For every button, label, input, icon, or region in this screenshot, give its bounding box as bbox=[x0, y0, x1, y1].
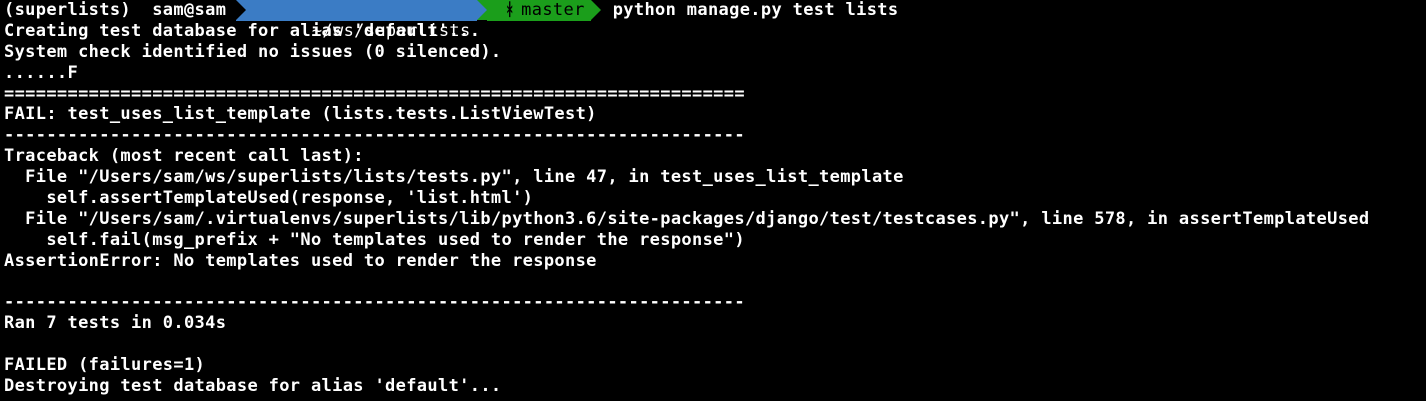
terminal-window[interactable]: (superlists) sam@sam ~/ws/superlists ᚼ ma… bbox=[0, 0, 1426, 401]
output-line: Destroying test database for alias 'defa… bbox=[4, 376, 502, 397]
shell-prompt: (superlists) sam@sam ~/ws/superlists ᚼ ma… bbox=[4, 0, 1426, 41]
output-line: File "/Users/sam/ws/superlists/lists/tes… bbox=[4, 167, 904, 188]
path-arrow-icon bbox=[476, 0, 487, 21]
output-line: FAILED (failures=1) bbox=[4, 355, 206, 376]
output-line: System check identified no issues (0 sil… bbox=[4, 41, 502, 62]
output-separator: ----------------------------------------… bbox=[4, 292, 745, 313]
git-branch-name: master bbox=[521, 0, 585, 20]
user-host-label: sam@sam bbox=[152, 0, 227, 20]
segment-arrow-icon bbox=[236, 0, 247, 20]
output-line: Creating test database for alias 'defaul… bbox=[4, 20, 481, 41]
output-blank-line bbox=[4, 272, 1426, 293]
git-branch-icon: ᚼ bbox=[504, 0, 516, 20]
path-segment: ~/ws/superlists bbox=[236, 0, 477, 41]
output-blank-line bbox=[4, 334, 1426, 355]
output-line: self.assertTemplateUsed(response, 'list.… bbox=[4, 188, 534, 209]
output-separator: ----------------------------------------… bbox=[4, 125, 745, 146]
output-line: AssertionError: No templates used to ren… bbox=[4, 250, 597, 271]
git-segment: ᚼ master bbox=[486, 0, 591, 21]
output-line: self.fail(msg_prefix + "No templates use… bbox=[4, 229, 745, 250]
git-arrow-icon bbox=[590, 0, 601, 21]
output-line: ......F bbox=[4, 62, 79, 83]
output-line: Traceback (most recent call last): bbox=[4, 146, 364, 167]
output-separator: ========================================… bbox=[4, 83, 745, 104]
command-text: python manage.py test lists bbox=[612, 0, 899, 20]
command-output: Creating test database for alias 'defaul… bbox=[4, 21, 1426, 397]
output-line: FAIL: test_uses_list_template (lists.tes… bbox=[4, 104, 597, 125]
virtualenv-label: (superlists) bbox=[4, 0, 132, 20]
current-path: ~/ws/superlists bbox=[311, 20, 471, 41]
output-line: Ran 7 tests in 0.034s bbox=[4, 313, 227, 334]
output-line: File "/Users/sam/.virtualenvs/superlists… bbox=[4, 208, 1370, 229]
